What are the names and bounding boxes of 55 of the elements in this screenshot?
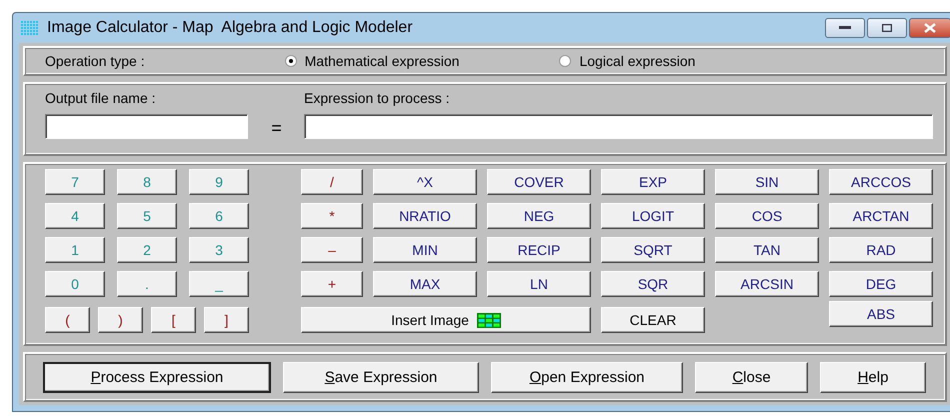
function-key[interactable]: MAX	[373, 271, 477, 297]
function-key[interactable]: ABS	[829, 301, 933, 327]
function-key[interactable]: ARCTAN	[829, 203, 933, 229]
bracket-key[interactable]: )	[98, 307, 143, 333]
radio-label[interactable]: Mathematical expression	[304, 53, 460, 69]
function-key[interactable]: RECIP	[487, 237, 591, 263]
function-key[interactable]: SQRT	[601, 237, 705, 263]
output-file-label: Output file name :	[45, 90, 157, 108]
window-title: Image Calculator - Map Algebra and Logic Modeler	[47, 19, 414, 37]
function-key[interactable]: NEG	[487, 203, 591, 229]
function-key[interactable]: ARCCOS	[829, 169, 933, 195]
operation-type-label: Operation type :	[45, 53, 145, 69]
expression-field[interactable]	[304, 114, 933, 139]
function-key[interactable]: MIN	[373, 237, 477, 263]
maximize-icon	[882, 24, 892, 32]
function-key[interactable]: DEG	[829, 271, 933, 297]
action-button[interactable]: Close	[695, 362, 808, 392]
clear-button[interactable]: CLEAR	[601, 307, 705, 333]
function-key[interactable]: TAN	[715, 237, 819, 263]
minimize-icon	[839, 26, 851, 30]
radio-button[interactable]	[559, 55, 572, 67]
close-icon	[924, 23, 936, 33]
output-file-field[interactable]	[45, 114, 248, 139]
bracket-key[interactable]: ]	[204, 307, 249, 333]
function-key[interactable]: LOGIT	[601, 203, 705, 229]
radio-label[interactable]: Logical expression	[579, 53, 696, 69]
bracket-key[interactable]: [	[151, 307, 196, 333]
action-button[interactable]: Save Expression	[283, 362, 479, 392]
maximize-button[interactable]	[867, 18, 907, 38]
operator-key[interactable]: /	[301, 169, 363, 195]
expression-label: Expression to process :	[304, 90, 451, 108]
function-key[interactable]: COVER	[487, 169, 591, 195]
close-button[interactable]	[909, 18, 950, 38]
function-key[interactable]: ^X	[373, 169, 477, 195]
bracket-key[interactable]: (	[45, 307, 90, 333]
function-key[interactable]: COS	[715, 203, 819, 229]
grid-icon	[476, 312, 501, 328]
insert-image-button[interactable]: Insert Image	[301, 307, 591, 333]
minimize-button[interactable]	[825, 18, 865, 38]
function-key[interactable]: RAD	[829, 237, 933, 263]
function-key[interactable]: SQR	[601, 271, 705, 297]
action-button[interactable]: Open Expression	[491, 362, 683, 392]
radio-button[interactable]	[284, 55, 297, 67]
function-key[interactable]: SIN	[715, 169, 819, 195]
action-button[interactable]: Help	[820, 362, 926, 392]
equals-sign: =	[271, 118, 282, 138]
function-key[interactable]: LN	[487, 271, 591, 297]
function-key[interactable]: NRATIO	[373, 203, 477, 229]
action-button[interactable]: Process Expression	[43, 362, 271, 392]
operator-key[interactable]: +	[301, 271, 363, 297]
app-icon	[21, 21, 39, 35]
function-key[interactable]: EXP	[601, 169, 705, 195]
operator-key[interactable]: –	[301, 237, 363, 263]
function-key[interactable]: ARCSIN	[715, 271, 819, 297]
operator-key[interactable]: *	[301, 203, 363, 229]
